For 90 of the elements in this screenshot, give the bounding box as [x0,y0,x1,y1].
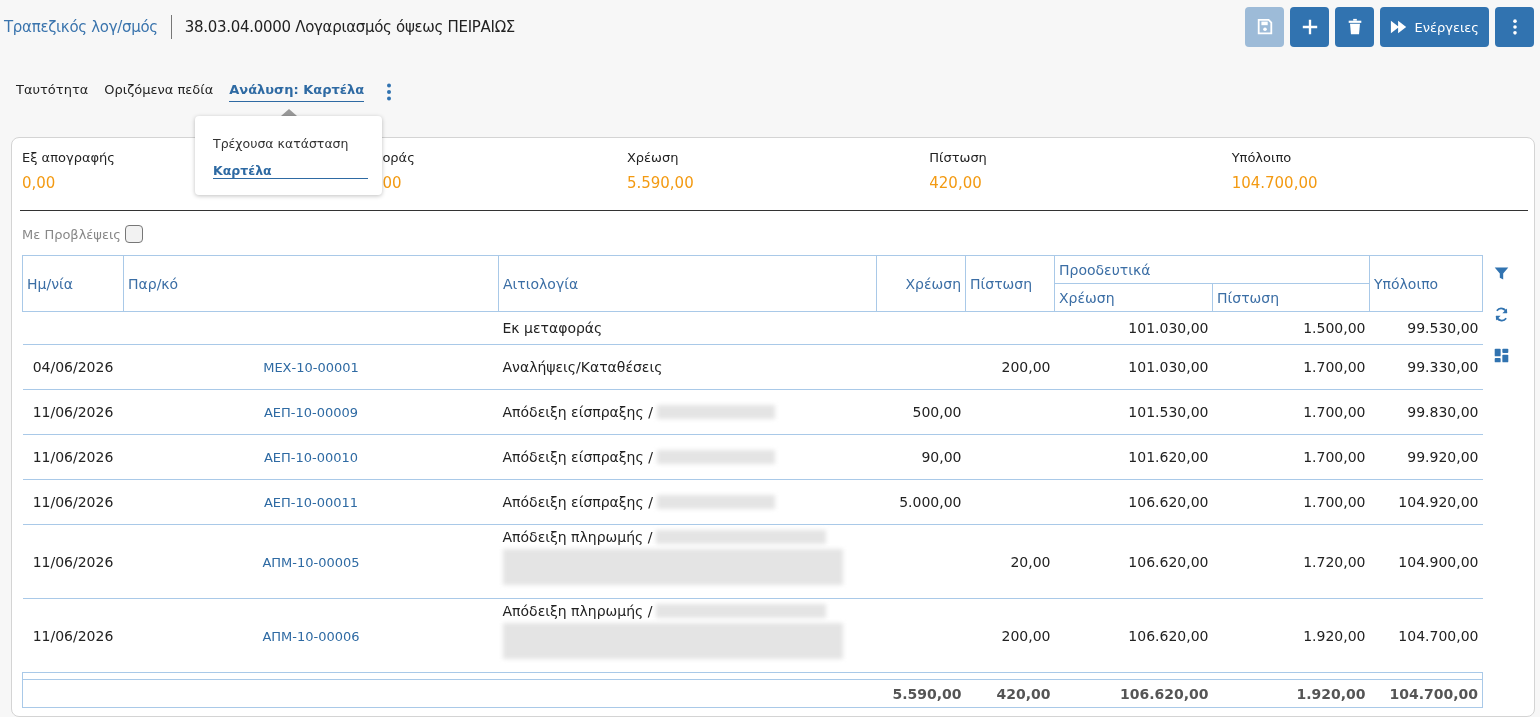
amount-cell: 106.620,00 [1054,479,1213,525]
description-text: Απόδειξη πληρωμής / [502,603,653,619]
amount-cell: 104.700,00 [1369,598,1483,673]
date-cell: 11/06/2026 [22,524,124,599]
amount-cell: 1.700,00 [1212,389,1370,435]
tab[interactable]: Ανάλυση: Καρτέλα [229,82,365,102]
amount-cell: 1.500,00 [1212,311,1370,345]
column-header: Αιτιολογία [498,255,877,312]
amount-cell: 101.530,00 [1054,389,1213,435]
page-title: 38.03.04.0000 Λογαριασμός όψεως ΠΕΙΡΑΙΩΣ [184,18,516,36]
amount-cell: 1.700,00 [1212,479,1370,525]
summary-value: 00 [382,174,402,194]
summary-label: Χρέωση [626,150,679,167]
actions-button[interactable]: Ενέργειες [1380,7,1489,47]
fast-forward-icon [1390,18,1409,36]
summary-value: 420,00 [929,174,982,194]
document-link[interactable]: ΜΕΧ-10-00001 [263,360,359,375]
amount-cell: 99.920,00 [1369,434,1483,480]
checkbox-label: Με Προβλέψεις [22,226,121,242]
summary-value: 0,00 [22,174,56,194]
summary-label: Υπόλοιπο [1231,150,1292,167]
summary-label: Πίστωση [929,150,987,167]
total-cell: 106.620,00 [1054,679,1213,708]
amount-cell: 104.900,00 [1369,524,1483,599]
column-header: Χρέωση [876,255,966,312]
amount-cell: 1.700,00 [1212,434,1370,480]
summary-value: 104.700,00 [1231,174,1318,194]
document-link[interactable]: ΑΠΜ-10-00006 [262,628,360,644]
column-header: Υπόλοιπο [1369,255,1483,312]
amount-cell: 200,00 [965,598,1055,673]
date-cell: 11/06/2026 [22,434,124,480]
date-cell: 11/06/2026 [22,479,124,525]
amount-cell: 5.000,00 [876,479,966,525]
description-text: Απόδειξη πληρωμής / [502,529,653,545]
summary-label: οράς [382,150,415,167]
date-cell: 04/06/2026 [22,344,124,390]
column-header: Χρέωση [1054,283,1213,312]
amount-cell: 101.620,00 [1054,434,1213,480]
document-link[interactable]: ΑΠΜ-10-00005 [262,554,360,570]
total-cell: 104.700,00 [1369,679,1483,708]
amount-cell: 99.530,00 [1369,311,1483,345]
amount-cell: 99.830,00 [1369,389,1483,435]
menu-item[interactable]: Καρτέλα [213,163,368,179]
amount-cell: 99.330,00 [1369,344,1483,390]
more-button[interactable] [1495,7,1534,47]
amount-cell: 101.030,00 [1054,311,1213,345]
amount-cell: 500,00 [876,389,966,435]
amount-cell: 200,00 [965,344,1055,390]
amount-cell: 106.620,00 [1054,524,1213,599]
amount-cell: 1.700,00 [1212,344,1370,390]
amount-cell: 104.920,00 [1369,479,1483,525]
amount-cell: 1.720,00 [1212,524,1370,599]
total-cell: 5.590,00 [876,679,966,708]
total-cell: 420,00 [965,679,1055,708]
total-cell: 1.920,00 [1212,679,1370,708]
description-text: Απόδειξη είσπραξης / [502,404,653,420]
date-cell: 11/06/2026 [22,389,124,435]
dashboard-icon[interactable] [1493,347,1510,364]
amount-cell: 106.620,00 [1054,598,1213,673]
more-icon [1511,18,1518,36]
column-header: Ημ/νία [22,255,124,312]
description-text: Εκ μεταφοράς [502,320,603,336]
column-header: Πίστωση [965,255,1055,312]
tab[interactable]: Ταυτότητα [16,82,89,102]
summary-value: 5.590,00 [626,174,694,194]
document-link[interactable]: ΑΕΠ-10-00009 [263,405,359,420]
breadcrumb-link[interactable]: Τραπεζικός λογ/σμός [4,18,158,36]
description-text: Αναλήψεις/Καταθέσεις [502,359,663,375]
tab[interactable]: Οριζόμενα πεδία [104,82,214,102]
add-button[interactable] [1290,7,1330,47]
column-header: Προοδευτικά [1054,255,1370,284]
amount-cell: 90,00 [876,434,966,480]
column-header: Παρ/κό [123,255,499,312]
filter-icon[interactable] [1493,265,1510,282]
save-icon [1255,18,1274,36]
amount-cell: 20,00 [965,524,1055,599]
date-cell: 11/06/2026 [22,598,124,673]
description-text: Απόδειξη είσπραξης / [502,449,653,465]
delete-button[interactable] [1335,7,1375,47]
checkbox[interactable] [125,225,143,243]
refresh-icon[interactable] [1493,306,1510,323]
more-icon[interactable] [386,82,393,102]
document-link[interactable]: ΑΕΠ-10-00011 [263,495,359,510]
description-text: Απόδειξη είσπραξης / [502,494,653,510]
amount-cell: 1.920,00 [1212,598,1370,673]
menu-item[interactable]: Τρέχουσα κατάσταση [213,136,349,151]
summary-label: Εξ απογραφής [22,150,115,167]
amount-cell: 101.030,00 [1054,344,1213,390]
plus-icon [1300,18,1319,36]
document-link[interactable]: ΑΕΠ-10-00010 [263,450,359,465]
